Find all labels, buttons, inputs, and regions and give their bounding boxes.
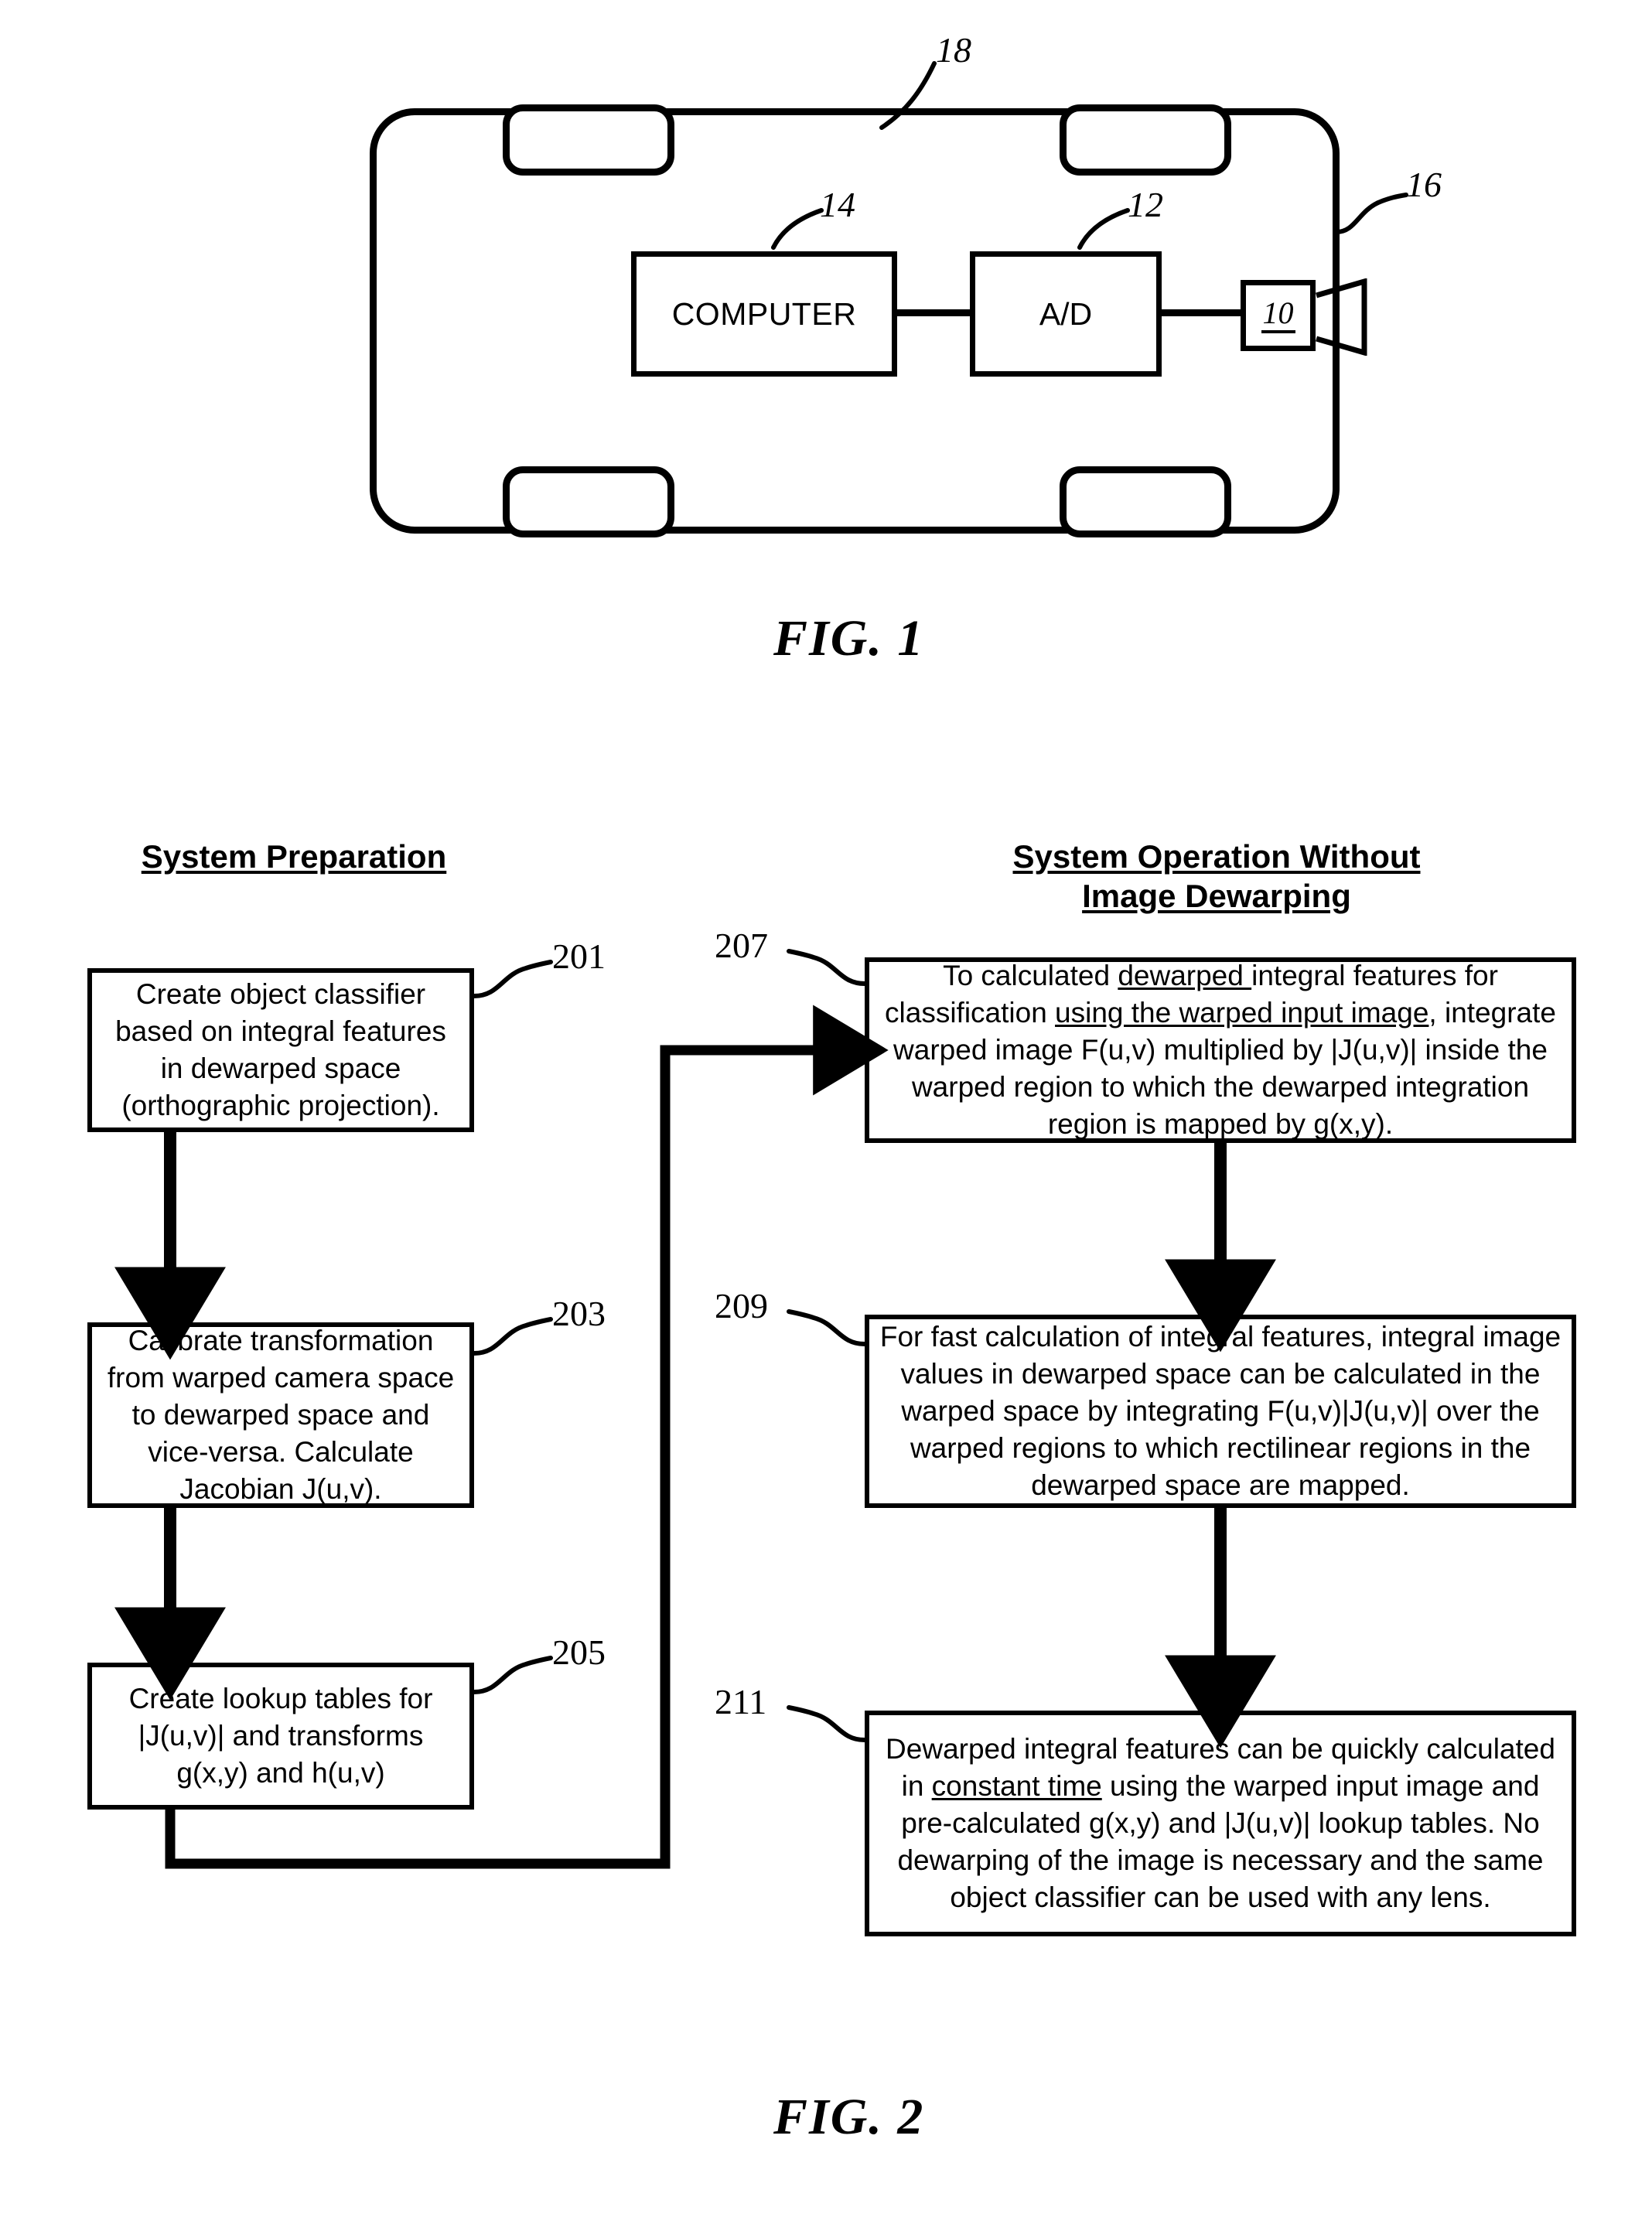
step-box-209-text: For fast calculation of integral feature… [879,1320,1562,1502]
step-box-205: Create lookup tables for |J(u,v)| and tr… [87,1663,474,1810]
figure-2-caption: FIG. 2 [773,2089,925,2145]
step-box-211-text: Dewarped integral features can be quickl… [886,1732,1555,1914]
computer-to-ad-wire [896,309,973,316]
column-header-system-preparation-text: System Preparation [141,838,447,875]
step-box-211: Dewarped integral features can be quickl… [865,1711,1576,1936]
step-box-207-text: To calculated dewarped integral features… [885,959,1556,1141]
column-header-system-operation-line2: Image Dewarping [1082,878,1351,915]
step-box-209: For fast calculation of integral feature… [865,1315,1576,1508]
wheel-front-left [503,104,674,176]
reference-numeral-211: 211 [715,1682,767,1721]
callout-12: 12 [1128,185,1163,224]
column-header-system-operation-line1: System Operation Without [1012,838,1421,875]
step-box-203-text: Calibrate transformation from warped cam… [107,1324,455,1506]
reference-numeral-205: 205 [552,1632,606,1672]
computer-block: COMPUTER [631,251,897,377]
callout-16: 16 [1406,165,1442,204]
reference-numeral-201: 201 [552,936,606,976]
step-box-207: To calculated dewarped integral features… [865,957,1576,1143]
camera-block-label: 10 [1261,298,1295,333]
wheel-front-right [1060,104,1231,176]
step-box-201: Create object classifier based on integr… [87,968,474,1132]
reference-numeral-203: 203 [552,1294,606,1333]
ad-converter-label: A/D [1039,295,1093,332]
reference-numeral-209: 209 [715,1286,768,1325]
step-box-203: Calibrate transformation from warped cam… [87,1322,474,1508]
step-box-201-text: Create object classifier based on integr… [115,977,446,1122]
figure-1-caption: FIG. 1 [773,610,925,667]
wheel-rear-left [503,466,674,537]
ad-to-camera-wire [1160,309,1243,316]
wheel-rear-right [1060,466,1231,537]
callout-14: 14 [820,185,855,224]
camera-block: 10 [1241,280,1316,351]
lens-icon [1316,278,1367,356]
patent-drawing-sheet: COMPUTER A/D 10 18 14 12 16 FIG. 1 Syste… [0,0,1652,2214]
callout-18: 18 [936,30,971,70]
figure-2: System Preparation System Operation With… [0,742,1652,2214]
figure-1: COMPUTER A/D 10 18 14 12 16 FIG. 1 [0,0,1652,742]
step-box-205-text: Create lookup tables for |J(u,v)| and tr… [128,1682,433,1789]
column-header-system-preparation: System Preparation [85,837,503,876]
reference-numeral-207: 207 [715,926,768,965]
computer-block-label: COMPUTER [671,295,857,332]
ad-converter-block: A/D [970,251,1162,377]
column-header-system-operation: System Operation Without Image Dewarping [927,837,1507,916]
